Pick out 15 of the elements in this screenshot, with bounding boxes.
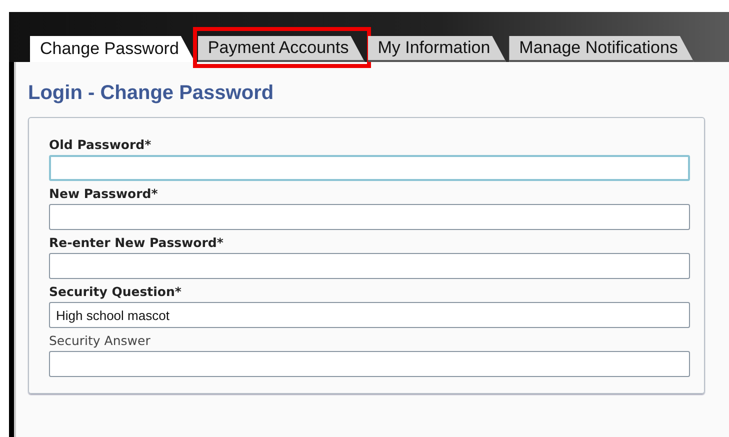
- field-label: Old Password*: [49, 137, 152, 152]
- input-field[interactable]: High school mascot: [49, 302, 690, 328]
- tab[interactable]: Manage Notifications: [509, 36, 694, 62]
- input-field[interactable]: [49, 204, 690, 230]
- field-label: Security Question*: [49, 284, 182, 299]
- field-label: New Password*: [49, 186, 159, 201]
- tab[interactable]: Payment Accounts: [198, 36, 365, 62]
- tab[interactable]: My Information: [368, 36, 506, 62]
- field-label: Security Answer: [49, 333, 152, 348]
- page-title: Login - Change Password: [28, 82, 275, 105]
- input-field[interactable]: [49, 253, 690, 279]
- field-label: Re-enter New Password*: [49, 235, 224, 250]
- tab[interactable]: Change Password: [30, 36, 195, 62]
- input-field[interactable]: [49, 155, 690, 181]
- input-field[interactable]: [49, 351, 690, 377]
